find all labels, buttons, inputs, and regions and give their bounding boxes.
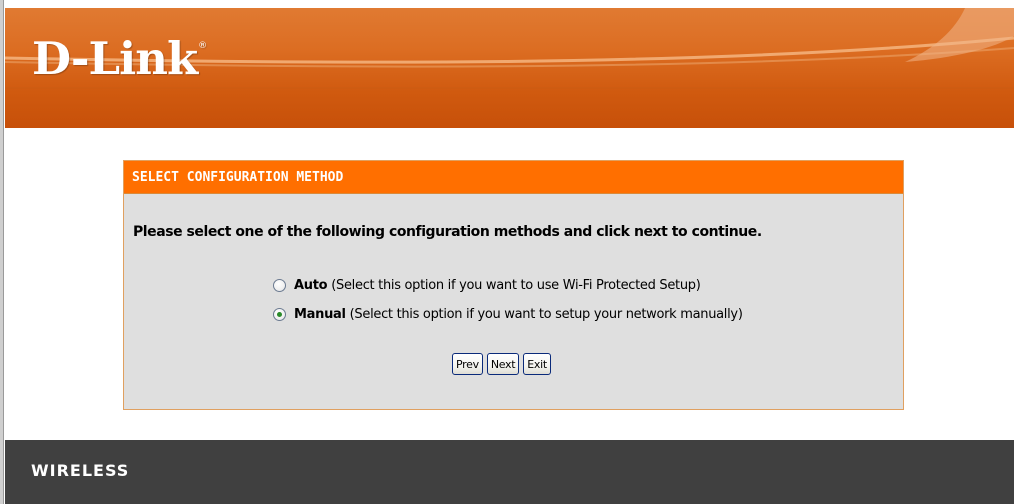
option-auto[interactable]: Auto (Select this option if you want to …: [273, 278, 701, 293]
instruction-text: Please select one of the following confi…: [133, 224, 762, 240]
manual-radio-button[interactable]: [273, 308, 286, 321]
header-banner: D-Link®: [5, 8, 1014, 128]
manual-option-description: (Select this option if you want to setup…: [349, 307, 743, 322]
configuration-method-panel: SELECT CONFIGURATION METHOD Please selec…: [123, 160, 904, 410]
exit-button[interactable]: Exit: [523, 353, 551, 375]
next-button[interactable]: Next: [486, 353, 520, 375]
auto-option-label: Auto: [294, 278, 328, 293]
logo-text: D-Link: [32, 32, 198, 85]
manual-option-label: Manual: [294, 307, 346, 322]
option-manual[interactable]: Manual (Select this option if you want t…: [273, 307, 743, 322]
wizard-buttons: Prev Next Exit: [452, 353, 551, 375]
auto-option-description: (Select this option if you want to use W…: [331, 278, 701, 293]
panel-title: SELECT CONFIGURATION METHOD: [124, 161, 903, 194]
prev-button[interactable]: Prev: [452, 353, 483, 375]
wireless-label: WIRELESS: [31, 461, 130, 480]
window-left-edge: [0, 0, 4, 504]
dlink-logo: D-Link®: [32, 36, 207, 81]
auto-radio-button[interactable]: [273, 279, 286, 292]
footer-bar: WIRELESS: [5, 440, 1014, 504]
registered-mark: ®: [198, 41, 207, 51]
